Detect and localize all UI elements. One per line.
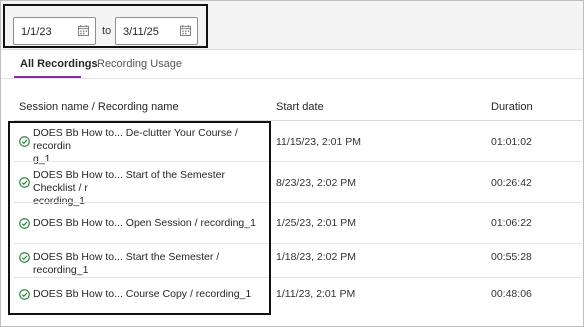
tab-recording-usage[interactable]: Recording Usage — [97, 58, 182, 70]
recording-start-date: 1/18/23, 2:02 PM — [276, 251, 356, 263]
date-range-highlight-box — [3, 4, 208, 48]
column-header-start-date[interactable]: Start date — [276, 101, 324, 113]
recording-start-date: 1/11/23, 2:01 PM — [276, 288, 356, 300]
column-header-session-name[interactable]: Session name / Recording name — [19, 101, 179, 113]
recording-start-date: 1/25/23, 2:01 PM — [276, 217, 356, 229]
recording-duration: 00:26:42 — [491, 177, 532, 189]
recording-duration: 01:01:02 — [491, 136, 532, 148]
recording-duration: 00:48:06 — [491, 288, 532, 300]
recording-duration: 00:55:28 — [491, 251, 532, 263]
recording-duration: 01:06:22 — [491, 217, 532, 229]
column-header-duration[interactable]: Duration — [491, 101, 533, 113]
tab-all-recordings[interactable]: All Recordings — [20, 58, 98, 70]
recording-start-date: 8/23/23, 2:02 PM — [276, 177, 356, 189]
recording-names-highlight-box — [8, 121, 271, 315]
recording-start-date: 11/15/23, 2:01 PM — [276, 136, 362, 148]
tabs-divider — [1, 78, 583, 79]
